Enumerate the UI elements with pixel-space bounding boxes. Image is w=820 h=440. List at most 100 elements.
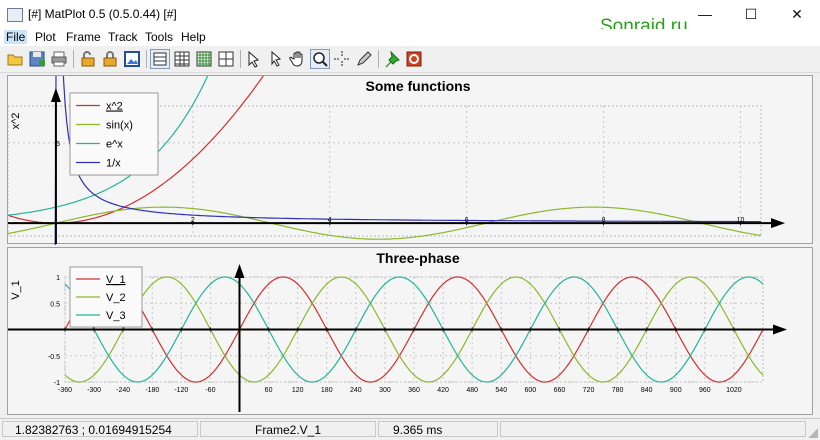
x-tick-label: -60 xyxy=(205,387,215,394)
x-tick-label: -180 xyxy=(145,387,159,394)
status-coordinates: 1.82382763 ; 0.01694915254 xyxy=(2,421,198,437)
x-tick-label: -360 xyxy=(58,387,72,394)
x-tick-label: 960 xyxy=(699,387,711,394)
toolbar-separator xyxy=(240,50,241,68)
menu-plot[interactable]: Plot xyxy=(35,30,56,44)
toolbar-separator xyxy=(378,50,379,68)
save-icon xyxy=(29,51,45,67)
x-tick-label: 900 xyxy=(670,387,682,394)
status-empty-panel xyxy=(500,421,806,437)
menu-tools[interactable]: Tools xyxy=(145,30,173,44)
maximize-button[interactable]: ☐ xyxy=(728,0,774,29)
x-tick-label: 360 xyxy=(408,387,420,394)
pen-icon xyxy=(357,51,372,66)
grid-mode-3-button[interactable] xyxy=(194,49,214,69)
print-icon xyxy=(51,51,67,67)
x-tick-label: 660 xyxy=(554,387,566,394)
pointer-icon xyxy=(248,50,260,68)
grid-mode-4-button[interactable] xyxy=(216,49,236,69)
legend-label-2: V_3 xyxy=(106,310,126,322)
toolbar-separator xyxy=(73,50,74,68)
menu-track[interactable]: Track xyxy=(108,30,138,44)
y-axis-arrow xyxy=(50,88,61,102)
legend-label-0: x^2 xyxy=(106,101,123,113)
x-tick-label: 420 xyxy=(437,387,449,394)
app-icon xyxy=(7,8,23,22)
zoom-icon xyxy=(313,52,328,67)
menu-bar: File Plot Frame Track Tools Help xyxy=(0,29,820,46)
x-tick-label: 1020 xyxy=(726,387,742,394)
y-axis-arrow xyxy=(234,264,245,278)
toolbar xyxy=(0,46,820,73)
y-axis-label: x^2 xyxy=(10,113,22,130)
y-tick-label: 1 xyxy=(56,275,60,282)
unlock-button[interactable] xyxy=(78,49,98,69)
x-tick-label: 2 xyxy=(191,217,195,224)
toolbar-separator xyxy=(146,50,147,68)
lock-button[interactable] xyxy=(100,49,120,69)
menu-file[interactable]: File xyxy=(4,30,28,44)
pen-button[interactable] xyxy=(354,49,374,69)
legend-label-1: sin(x) xyxy=(106,120,133,132)
chart-some-functions: 2 4 6 8 10 5 Some functions x^2 x^2 sin(x) e^x 1/x xyxy=(8,76,785,245)
print-button[interactable] xyxy=(49,49,69,69)
chart-title: Some functions xyxy=(365,78,470,94)
pin-button[interactable] xyxy=(382,49,402,69)
crosshair-icon xyxy=(334,51,350,67)
resize-grip[interactable] xyxy=(808,428,818,438)
chart-title: Three-phase xyxy=(376,250,459,266)
x-tick-label: 720 xyxy=(583,387,595,394)
lock-closed-icon xyxy=(103,51,117,67)
x-tick-label: -120 xyxy=(174,387,188,394)
status-bar: 1.82382763 ; 0.01694915254 Frame2.V_1 9.… xyxy=(0,418,820,440)
x-tick-label: -300 xyxy=(87,387,101,394)
x-axis-arrow xyxy=(771,218,785,229)
x-tick-label: 600 xyxy=(524,387,536,394)
zoom-button[interactable] xyxy=(310,49,330,69)
open-button[interactable] xyxy=(5,49,25,69)
x-tick-label: 4 xyxy=(328,217,332,224)
pointer-select-button[interactable] xyxy=(266,49,286,69)
legend-label-2: e^x xyxy=(106,139,123,151)
x-tick-label: 780 xyxy=(612,387,624,394)
save-button[interactable] xyxy=(27,49,47,69)
grid-mode-4-icon xyxy=(218,51,234,67)
legend-label-3: 1/x xyxy=(106,158,121,170)
export-image-button[interactable] xyxy=(122,49,142,69)
y-tick-label: -0.5 xyxy=(48,354,60,361)
y-tick-label: 5 xyxy=(56,141,60,148)
close-button[interactable]: ✕ xyxy=(774,0,820,29)
pan-button[interactable] xyxy=(288,49,308,69)
grid-mode-1-button[interactable] xyxy=(150,49,170,69)
x-axis-arrow xyxy=(773,324,787,335)
menu-help[interactable]: Help xyxy=(181,30,206,44)
x-tick-label: 8 xyxy=(602,217,606,224)
x-tick-label: 10 xyxy=(737,217,745,224)
record-button[interactable] xyxy=(404,49,424,69)
minimize-button[interactable]: — xyxy=(682,0,728,29)
open-icon xyxy=(7,54,23,66)
plot-frame-2[interactable]: -360 -300 -240 -180 -120 -60 60 120 180 240 300 360… xyxy=(7,247,813,415)
chart-three-phase: -360 -300 -240 -180 -120 -60 60 120 180 240 300 360… xyxy=(8,250,787,412)
pointer-select-icon xyxy=(271,50,282,67)
grid-mode-2-icon xyxy=(174,51,190,67)
window-title: [#] MatPlot 0.5 (0.5.0.44) [#] xyxy=(28,7,177,21)
y-tick-label: -1 xyxy=(54,380,60,387)
status-track: Frame2.V_1 xyxy=(200,421,376,437)
pointer-button[interactable] xyxy=(244,49,264,69)
pin-icon xyxy=(385,50,400,68)
plot-frame-1[interactable]: 2 4 6 8 10 5 Some functions x^2 x^2 sin(x) e^x 1/x xyxy=(7,75,813,245)
status-time: 9.365 ms xyxy=(378,421,498,437)
menu-frame[interactable]: Frame xyxy=(66,30,101,44)
x-tick-label: 6 xyxy=(465,217,469,224)
x-tick-label: 60 xyxy=(265,387,273,394)
crosshair-button[interactable] xyxy=(332,49,352,69)
x-tick-label: 480 xyxy=(466,387,478,394)
lock-open-icon xyxy=(81,51,95,67)
x-tick-label: -240 xyxy=(116,387,130,394)
grid-mode-2-button[interactable] xyxy=(172,49,192,69)
x-tick-label: 300 xyxy=(379,387,391,394)
hand-pan-icon xyxy=(289,51,303,67)
legend-label-1: V_2 xyxy=(106,292,126,304)
record-icon xyxy=(406,51,422,67)
